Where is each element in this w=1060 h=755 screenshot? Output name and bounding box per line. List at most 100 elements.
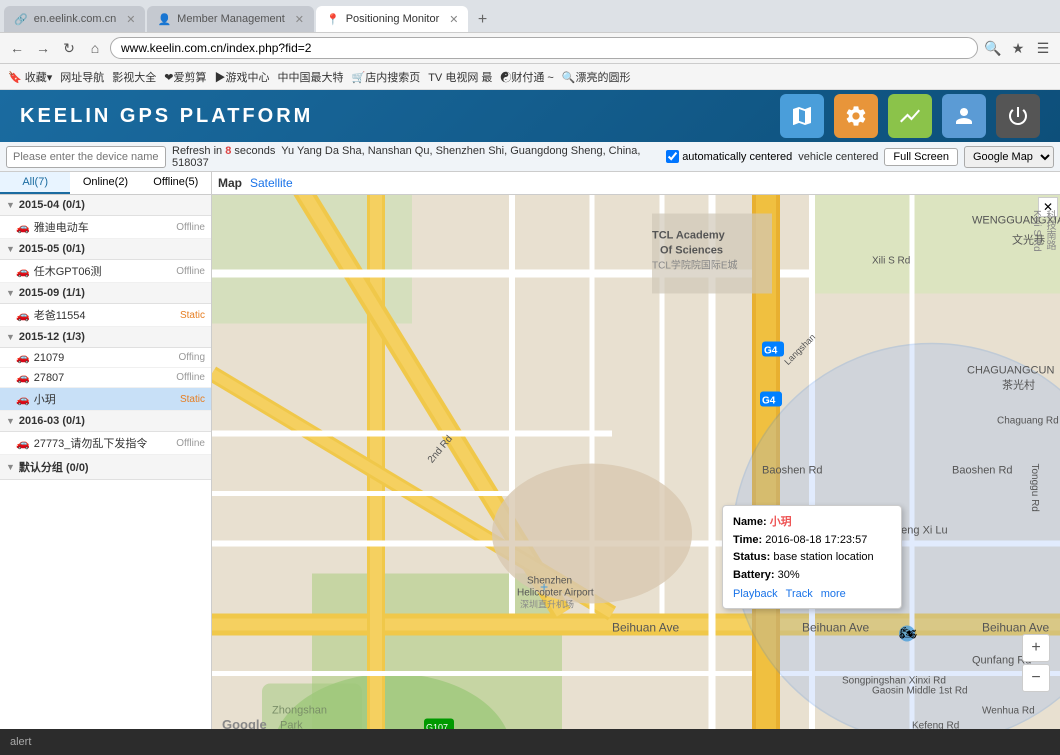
device-item-laoba[interactable]: 🚗 老爸11554 Static: [0, 304, 211, 327]
device-item-21079[interactable]: 🚗 21079 Offing: [0, 348, 211, 368]
svg-text:Of Sciences: Of Sciences: [660, 245, 723, 257]
device-item-xiaoyue[interactable]: 🚗 小玥 Static: [0, 388, 211, 411]
sidebar-tabs: All(7) Online(2) Offline(5): [0, 172, 211, 195]
device-search-input[interactable]: [6, 146, 166, 168]
sidebar-tab-online[interactable]: Online(2): [70, 172, 140, 194]
forward-button[interactable]: →: [32, 37, 54, 59]
group-header-201505[interactable]: 2015-05 (0/1): [0, 239, 211, 260]
home-button[interactable]: ⌂: [84, 37, 106, 59]
tab-close-positioning[interactable]: ✕: [449, 13, 458, 26]
svg-text:CHAGUANGCUN: CHAGUANGCUN: [967, 365, 1054, 377]
back-button[interactable]: ←: [6, 37, 28, 59]
device-item-27773[interactable]: 🚗 27773_请勿乱下发指令 Offline: [0, 432, 211, 455]
tab-close-member[interactable]: ✕: [295, 13, 304, 26]
device-name-21079: 21079: [34, 352, 175, 364]
svg-text:+: +: [540, 579, 548, 595]
user-icon-button[interactable]: [942, 94, 986, 138]
device-name-yadidiandonche: 雅迪电动车: [34, 219, 173, 235]
zoom-in-button[interactable]: +: [1022, 634, 1050, 662]
svg-text:茶光村: 茶光村: [1002, 378, 1035, 392]
tab-favicon-eelink: 🔗: [14, 13, 28, 26]
map-icon-button[interactable]: [780, 94, 824, 138]
group-header-default[interactable]: 默认分组 (0/0): [0, 455, 211, 480]
toolbar: Refresh in 8 seconds Yu Yang Da Sha, Nan…: [0, 142, 1060, 172]
popup-track-link[interactable]: Track: [786, 588, 813, 600]
device-popup: Name: 小玥 Time: 2016-08-18 17:23:57 Statu…: [722, 505, 902, 609]
bookmark-cn[interactable]: 中中国最大特: [278, 69, 344, 85]
bookmarks-bar: 🔖 收藏▾ 网址导航 影视大全 ❤爱剪算 ▶游戏中心 中中国最大特 🛒店内搜索页…: [0, 64, 1060, 90]
star-button[interactable]: ★: [1007, 37, 1029, 59]
search-button[interactable]: 🔍: [982, 37, 1004, 59]
bookmark-pay[interactable]: ☯财付通 ~: [500, 69, 553, 85]
device-icon-renmu: 🚗: [16, 265, 30, 278]
tab-label-eelink: en.eelink.com.cn: [34, 13, 117, 25]
group-header-201504[interactable]: 2015-04 (0/1): [0, 195, 211, 216]
map-tab-satellite[interactable]: Satellite: [250, 176, 293, 190]
device-group-201512: 2015-12 (1/3) 🚗 21079 Offing 🚗 27807 Off…: [0, 327, 211, 411]
popup-battery-value: 30%: [778, 569, 800, 581]
device-item-yadidiandonche[interactable]: 🚗 雅迪电动车 Offline: [0, 216, 211, 239]
map-svg: Langshan Rd Meng Xi Lu Baoshen Rd Baoshe…: [212, 195, 1060, 729]
svg-text:G4: G4: [762, 396, 776, 407]
refresh-button[interactable]: ↻: [58, 37, 80, 59]
fullscreen-button[interactable]: Full Screen: [884, 148, 958, 166]
tab-positioning[interactable]: 📍 Positioning Monitor ✕: [316, 6, 468, 32]
app-header: KEELIN GPS PLATFORM: [0, 90, 1060, 142]
popup-playback-link[interactable]: Playback: [733, 588, 778, 600]
tab-bar: 🔗 en.eelink.com.cn ✕ 👤 Member Management…: [0, 0, 1060, 32]
device-icon-xiaoyue: 🚗: [16, 393, 30, 406]
device-name-laoba: 老爸11554: [34, 307, 176, 323]
tab-close-eelink[interactable]: ✕: [126, 13, 135, 26]
bookmark-tv[interactable]: TV 电视网 最: [428, 69, 492, 85]
bookmark-video[interactable]: 影视大全: [112, 69, 156, 85]
device-name-27807: 27807: [34, 372, 173, 384]
device-group-default: 默认分组 (0/0): [0, 455, 211, 480]
new-tab-button[interactable]: +: [470, 8, 494, 32]
sidebar-tab-offline[interactable]: Offline(5): [141, 172, 211, 194]
map-tabs: Map Satellite: [212, 172, 1060, 195]
bookmark-edit[interactable]: ❤爱剪算: [164, 69, 206, 85]
map-type-select[interactable]: Google Map: [964, 146, 1054, 168]
tab-eelink[interactable]: 🔗 en.eelink.com.cn ✕: [4, 6, 145, 32]
settings-icon-button[interactable]: [834, 94, 878, 138]
device-status-27773: Offline: [176, 438, 205, 449]
zoom-out-button[interactable]: −: [1022, 664, 1050, 692]
tab-member[interactable]: 👤 Member Management ✕: [147, 6, 314, 32]
device-icon-21079: 🚗: [16, 351, 30, 364]
main-content: All(7) Online(2) Offline(5) 2015-04 (0/1…: [0, 172, 1060, 729]
device-item-27807[interactable]: 🚗 27807 Offline: [0, 368, 211, 388]
popup-more-link[interactable]: more: [821, 588, 846, 600]
auto-centered-checkbox[interactable]: [666, 150, 679, 163]
address-bar[interactable]: [110, 37, 978, 59]
popup-name-label: Name:: [733, 516, 767, 528]
svg-text:🏍: 🏍: [899, 625, 917, 641]
chart-icon-button[interactable]: [888, 94, 932, 138]
bookmark-games[interactable]: ▶游戏中心: [215, 69, 270, 85]
device-name-27773: 27773_请勿乱下发指令: [34, 435, 173, 451]
nav-bar: ← → ↻ ⌂ 🔍 ★ ☰: [0, 32, 1060, 64]
bookmark-shapes[interactable]: 🔍漂亮的圆形: [562, 69, 631, 85]
bookmark-shop[interactable]: 🛒店内搜索页: [352, 69, 421, 85]
map-background[interactable]: Langshan Rd Meng Xi Lu Baoshen Rd Baoshe…: [212, 195, 1060, 729]
power-icon-button[interactable]: [996, 94, 1040, 138]
group-header-201512[interactable]: 2015-12 (1/3): [0, 327, 211, 348]
bookmark-favorites[interactable]: 🔖 收藏▾: [8, 69, 52, 85]
group-header-201603[interactable]: 2016-03 (0/1): [0, 411, 211, 432]
svg-text:深圳直升机场: 深圳直升机场: [520, 599, 574, 610]
tab-label-member: Member Management: [177, 13, 285, 25]
device-item-renmu[interactable]: 🚗 任木GPT06测 Offline: [0, 260, 211, 283]
sidebar-tab-all[interactable]: All(7): [0, 172, 70, 194]
svg-text:Xili S Rd: Xili S Rd: [872, 256, 910, 267]
tab-label-positioning: Positioning Monitor: [346, 13, 440, 25]
bookmark-nav[interactable]: 网址导航: [60, 69, 104, 85]
menu-button[interactable]: ☰: [1032, 37, 1054, 59]
svg-text:Baoshen Rd: Baoshen Rd: [762, 465, 823, 477]
device-status-yadidiandonche: Offline: [176, 222, 205, 233]
group-header-201509[interactable]: 2015-09 (1/1): [0, 283, 211, 304]
device-icon-yadidiandonche: 🚗: [16, 221, 30, 234]
device-group-201504: 2015-04 (0/1) 🚗 雅迪电动车 Offline: [0, 195, 211, 239]
map-tab-map[interactable]: Map: [218, 176, 242, 190]
vehicle-centered-btn[interactable]: vehicle centered: [798, 151, 878, 163]
auto-centered-label[interactable]: automatically centered: [666, 150, 792, 163]
auto-centered-text: automatically centered: [682, 151, 792, 163]
